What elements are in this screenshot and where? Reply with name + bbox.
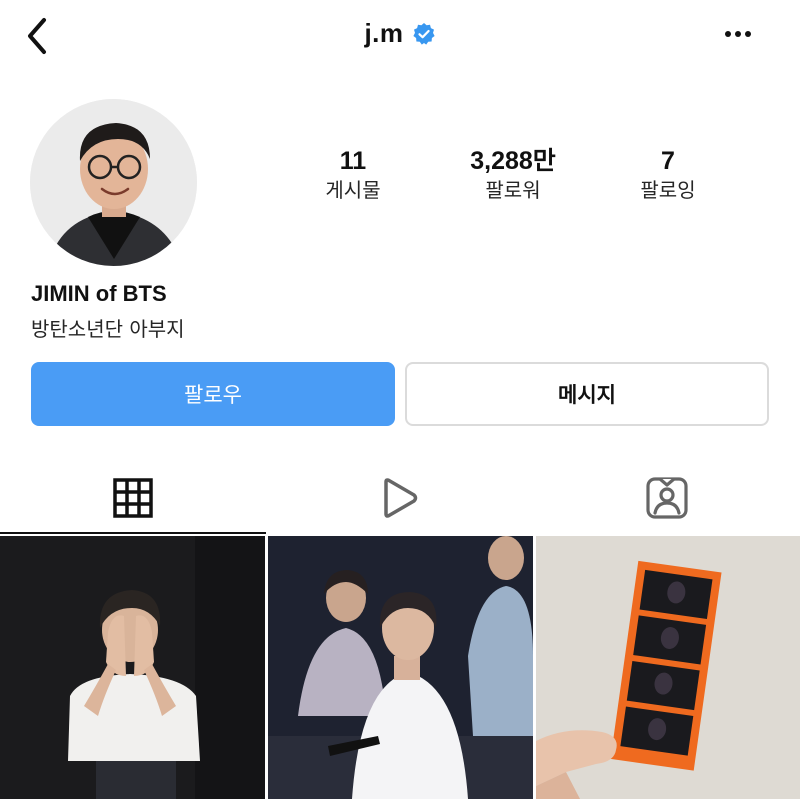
stat-following[interactable]: 7 팔로잉 (593, 146, 743, 204)
post-thumbnail-1[interactable] (0, 536, 265, 799)
bio-text: 방탄소년단 아부지 (31, 317, 185, 341)
display-name: JIMIN of BTS (31, 281, 167, 306)
post-thumbnail-2[interactable] (268, 536, 533, 799)
post-image-2 (268, 536, 533, 799)
post-thumbnail-3[interactable] (536, 536, 800, 799)
stat-posts[interactable]: 11 게시물 (278, 146, 428, 204)
more-options-button[interactable] (718, 24, 762, 44)
verified-badge-icon (412, 22, 435, 45)
stat-posts-label: 게시물 (325, 178, 381, 202)
grid-icon (113, 478, 153, 518)
header-title-bar: j.m (0, 18, 800, 49)
post-image-1 (0, 536, 265, 799)
profile-avatar (30, 99, 197, 266)
active-tab-indicator (0, 532, 266, 534)
stat-followers-count: 3,288만 (470, 147, 556, 175)
post-image-3 (536, 536, 800, 799)
stat-following-label: 팔로잉 (640, 178, 696, 202)
tab-tagged[interactable] (534, 462, 800, 534)
tagged-icon (646, 477, 688, 519)
tab-posts-grid[interactable] (0, 462, 266, 534)
stat-followers[interactable]: 3,288만 팔로워 (438, 146, 588, 204)
stat-following-count: 7 (661, 147, 675, 175)
follow-button[interactable]: 팔로우 (31, 362, 395, 426)
ellipsis-icon (725, 31, 751, 37)
stat-posts-count: 11 (339, 147, 367, 175)
message-button[interactable]: 메시지 (405, 362, 769, 426)
reels-icon (384, 478, 418, 518)
stat-followers-label: 팔로워 (485, 178, 541, 202)
tab-reels[interactable] (267, 462, 533, 534)
avatar-photo (30, 99, 197, 266)
username-title: j.m (364, 18, 404, 48)
